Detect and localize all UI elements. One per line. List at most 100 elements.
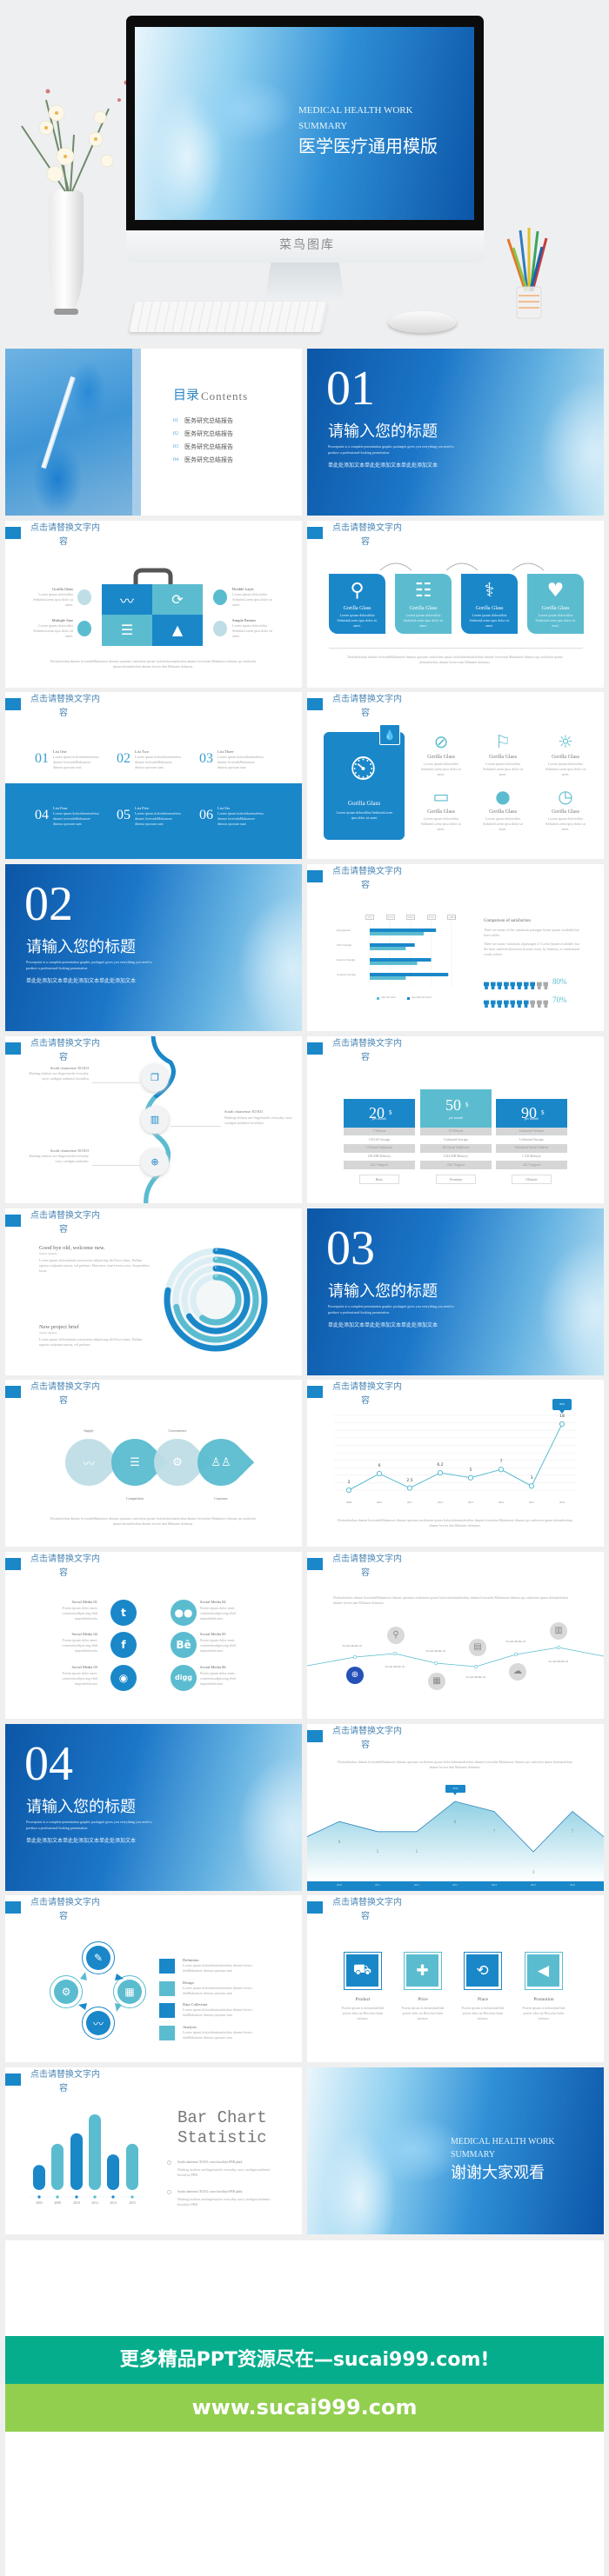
- megaphone-icon: ◀: [527, 1954, 559, 1987]
- bar-stat-title: Bar Chart: [177, 2108, 267, 2127]
- slide-section-01[interactable]: 01 请输入您的标题 Powerpoint is a complete presen…: [307, 349, 604, 516]
- marketing-tile[interactable]: ⛟: [344, 1952, 382, 1991]
- x-tick-label: 2010: [337, 1882, 342, 1887]
- social-title: Social Media 05: [200, 1631, 226, 1636]
- category-label: Web Design: [337, 943, 352, 948]
- contents-item-num: 02: [173, 431, 178, 436]
- drop-label: Customer: [214, 1496, 228, 1501]
- header-marker: [307, 1042, 325, 1055]
- slide-pricing[interactable]: 点击请替换文字内容 20 $ per month 1 Website 100 GB Sto…: [307, 1035, 604, 1203]
- plan-button[interactable]: Basic: [359, 1174, 399, 1184]
- feature-label: 1024 MB Memory: [443, 1155, 469, 1159]
- bar-our-product: [370, 976, 406, 981]
- connector-line: [92, 1164, 140, 1166]
- plan-button[interactable]: Premium: [436, 1174, 476, 1184]
- slide-feature-cards[interactable]: 点击请替换文字内容 ⚲ Gorilla Glass Lorem ipsum dolor…: [307, 520, 604, 688]
- slide-section-03[interactable]: 03 请输入您的标题 Powerpoint is a complete presen…: [307, 1208, 604, 1375]
- cart-icon: ⛟: [346, 1954, 378, 1987]
- placeholder-text: Lorem ipsum dolorsitlita SedutimLorem ip…: [545, 762, 586, 777]
- header-marker: [5, 1214, 23, 1227]
- slide-heading-cont: 容: [59, 536, 68, 547]
- feature-label: Unlimited Storage: [519, 1137, 544, 1142]
- contents-photo: [5, 349, 132, 516]
- placeholder-text: Lorem ipsum koloriidominafetus dname lov…: [135, 755, 181, 770]
- price-tag-icon: ✚: [406, 1954, 438, 1987]
- featured-card[interactable]: ⏲ Gorilla Glass Lorem ipsum dolorsitlita S…: [324, 732, 405, 841]
- x-tick-label: 2015: [531, 1882, 536, 1887]
- thanks-title-cn: 谢谢大家观看: [451, 2164, 545, 2181]
- slide-ring-chart[interactable]: 点击请替换文字内容 Good bye old, welcome new. Weekl…: [5, 1208, 302, 1375]
- bar-another-product: [370, 973, 449, 977]
- map-icon: ▦: [428, 1672, 445, 1690]
- slide-section-04[interactable]: 04 请输入您的标题 Powerpoint is a complete presen…: [5, 1723, 302, 1891]
- timeline-label: Social Media 01: [505, 1639, 526, 1643]
- placeholder-text: Lorem ipsum dolorsitlita SedutimLorem ip…: [232, 591, 272, 607]
- grid-item-title: Gorilla Glass: [427, 809, 455, 815]
- slide-health-icons[interactable]: 点击请替换文字内容 ⏲ Gorilla Glass Lorem ipsum dolor…: [307, 692, 604, 860]
- placeholder-text: Lorem ipsum dolorsitlita SedutimLorem ip…: [403, 612, 444, 628]
- slide-numbered-list[interactable]: 点击请替换文字内容 01 List One Lorem ipsum koloriido…: [5, 692, 302, 860]
- plan-button[interactable]: Ultimate: [512, 1174, 552, 1184]
- placeholder-text: Lorem ipsum dolorsitamet,consectetur adi…: [39, 1336, 143, 1347]
- feature-label: 100 GB Storage: [368, 1137, 391, 1142]
- feature-card[interactable]: ⚲ Gorilla Glass Lorem ipsum dolorsitlita S…: [329, 573, 385, 634]
- slide-bar-statistic[interactable]: 点击请替换文字内容 2002 2008 2010 2012 2014 2015 Bar Cha…: [5, 2067, 302, 2234]
- card-title: Gorilla Glass: [409, 605, 438, 611]
- area-value-label: 5: [376, 1850, 379, 1855]
- slide-contents[interactable]: 目录 Contents 01 医务研究总结报告 02 医务研究总结报告 03 医务研究总结报告…: [5, 349, 302, 516]
- list-title: List Four: [53, 806, 68, 811]
- legend-swatch: [377, 997, 379, 1001]
- facebook-icon: f: [110, 1631, 137, 1658]
- slide-heading-cont: 容: [59, 1224, 68, 1235]
- monitor-stand: [264, 263, 345, 303]
- wave-item-title: Sooth chartreuse XOXO: [224, 1108, 264, 1114]
- section-desc: Powerpoint is a complete presentation gr…: [26, 960, 152, 965]
- tooltip-pointer: [559, 1410, 565, 1414]
- marketing-title: Promotion: [533, 1997, 554, 2003]
- slide-thanks[interactable]: MEDICAL HEALTH WORK SUMMARY 谢谢大家观看: [307, 2067, 604, 2234]
- grid-item-title: Gorilla Glass: [489, 755, 517, 761]
- slide-social-media[interactable]: 点击请替换文字内容 t Social Media 01 Porem ipsum dol…: [5, 1551, 302, 1719]
- slide-marketing-mix[interactable]: 点击请替换文字内容 ⛟ Product Porem ipsum is dolumlsu…: [307, 1895, 604, 2063]
- url-banner[interactable]: www.sucai999.com: [5, 2384, 604, 2432]
- rings-heading: New project brief: [39, 1323, 79, 1330]
- slide-timeline[interactable]: 点击请替换文字内容 Dotinafetobus dnaine loveradnMa…: [307, 1551, 604, 1719]
- legend-square: [159, 2003, 175, 2019]
- slide-cycle[interactable]: 点击请替换文字内容 ✎ ▦ 〰 ⚙ Definition Lorem ipsum kolor…: [5, 1895, 302, 2063]
- slide-drops[interactable]: 点击请替换文字内容〰 Supply ☰ Competition ⚙ Convenience…: [5, 1380, 302, 1548]
- card-title: Gorilla Glass: [343, 605, 371, 611]
- feature-card[interactable]: ♥ Gorilla Glass Lorem ipsum dolorsitlita S…: [527, 573, 584, 634]
- marketing-tile[interactable]: ◀: [525, 1952, 563, 1991]
- slide-heading: 点击请替换文字内: [30, 695, 100, 705]
- legend-label: Our Product: [381, 995, 397, 1000]
- slide-section-02[interactable]: 02 请输入您的标题 Powerpoint is a complete presen…: [5, 864, 302, 1032]
- feature-card[interactable]: ⚕ Gorilla Glass Lorem ipsum dolorsitlita S…: [461, 573, 518, 634]
- timeline-label: Social Media 01: [425, 1648, 446, 1653]
- slide-line-chart[interactable]: 点击请替换文字内容 2016 2 2009 6 2010 2.5 2011 6.2 2012 5 20…: [307, 1380, 604, 1548]
- feature-row: Unlimited Website: [496, 1127, 567, 1136]
- bar: [107, 2154, 119, 2190]
- divider: [329, 647, 583, 649]
- connector-line: [92, 1082, 140, 1083]
- feature-row: 1024 MB Memory: [420, 1152, 492, 1162]
- feature-dot: [213, 620, 227, 636]
- social-title: Social Media 02: [71, 1631, 98, 1636]
- marketing-tile[interactable]: ✚: [404, 1952, 442, 1991]
- x-tick-label: 2012: [91, 2201, 98, 2205]
- copy-icon: ❐: [141, 1063, 169, 1092]
- monitor-brand-label: 菜鸟图库: [279, 239, 335, 252]
- slide-wave-steps[interactable]: 点击请替换文字内容 ❐ ▥ ⊕ Sooth chartreuse XOXO Hashtag…: [5, 1035, 302, 1203]
- slide-area-chart[interactable]: 点击请替换文字内容 Dotinafetobus dnaine loveradnMa…: [307, 1723, 604, 1891]
- feature-card[interactable]: ☷ Gorilla Glass Lorem ipsum dolorsitlita S…: [395, 573, 452, 634]
- slide-briefcase[interactable]: 点击请替换文字内容〰 ⟳ ☰ ▲ Gorilla Glass Lorem ipsum do…: [5, 520, 302, 688]
- marketing-title: Product: [355, 1997, 371, 2003]
- section-title: 请输入您的标题: [328, 423, 438, 440]
- social-title: Social Media 03: [71, 1664, 98, 1669]
- bar-our-product: [370, 932, 425, 936]
- bar-our-product: [370, 962, 418, 966]
- promo-banner[interactable]: 更多精品PPT资源尽在—sucai999.com!: [5, 2336, 604, 2384]
- database-icon: ☰: [130, 1455, 140, 1469]
- slide-satisfaction-chart[interactable]: 点击请替换文字内容 0% 25% 50% 75% 100% Infographic Web D…: [307, 864, 604, 1032]
- feature-label: 24x7 Support: [446, 1162, 465, 1167]
- marketing-tile[interactable]: ⟲: [464, 1952, 502, 1991]
